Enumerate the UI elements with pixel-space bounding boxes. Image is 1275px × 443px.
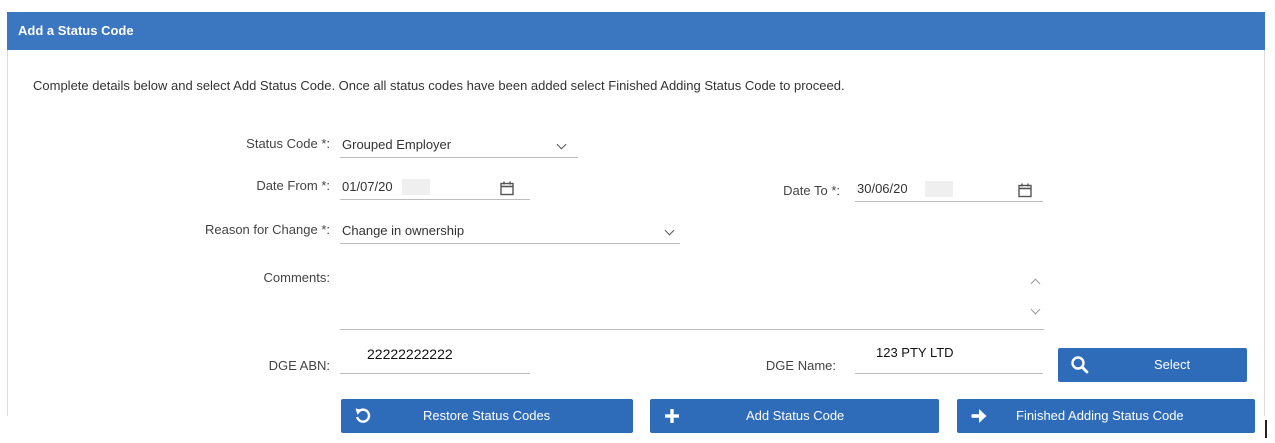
arrow-right-icon: [971, 409, 987, 423]
comments-label: Comments:: [263, 270, 330, 285]
select-button[interactable]: Select: [1058, 348, 1247, 382]
date-from-value: 01/07/20: [342, 179, 393, 194]
add-status-code-button[interactable]: Add Status Code: [650, 399, 939, 433]
restore-status-codes-button[interactable]: Restore Status Codes: [341, 399, 633, 433]
dge-abn-field[interactable]: 22222222222: [340, 340, 530, 374]
finished-button-label: Finished Adding Status Code: [1016, 408, 1184, 423]
dge-name-field[interactable]: 123 PTY LTD: [855, 340, 1043, 374]
reason-label: Reason for Change *:: [204, 222, 330, 237]
scroll-up-icon[interactable]: [1030, 278, 1041, 289]
select-button-label: Select: [1154, 357, 1191, 372]
dge-abn-label: DGE ABN:: [268, 358, 330, 373]
redacted-year-box: [402, 179, 430, 195]
restore-button-label: Restore Status Codes: [423, 408, 551, 423]
panel-title: Add a Status Code: [18, 23, 134, 38]
date-to-value: 30/06/20: [857, 181, 908, 196]
status-code-label: Status Code *:: [246, 136, 330, 151]
dge-abn-value: 22222222222: [367, 346, 453, 362]
panel-border-left: [7, 50, 8, 416]
date-to-label: Date To *:: [783, 183, 840, 198]
calendar-icon[interactable]: [1018, 183, 1032, 198]
reason-select[interactable]: Change in ownership: [340, 214, 680, 244]
scroll-down-icon[interactable]: [1030, 304, 1041, 315]
status-code-select[interactable]: Grouped Employer: [340, 128, 578, 158]
date-to-field[interactable]: 30/06/20: [855, 172, 1043, 202]
search-icon: [1071, 356, 1089, 374]
redacted-year-box: [925, 181, 953, 197]
add-button-label: Add Status Code: [746, 408, 845, 423]
finished-adding-status-code-button[interactable]: Finished Adding Status Code: [957, 399, 1255, 433]
date-from-label: Date From *:: [256, 178, 330, 193]
panel-header: Add a Status Code: [7, 12, 1265, 50]
comments-textarea[interactable]: [340, 260, 1044, 330]
dge-name-value: 123 PTY LTD: [876, 345, 954, 360]
panel-border-right: [1264, 50, 1265, 416]
status-code-value: Grouped Employer: [342, 137, 452, 152]
instructions-text: Complete details below and select Add St…: [33, 78, 845, 93]
reason-value: Change in ownership: [342, 223, 465, 238]
date-from-field[interactable]: 01/07/20: [340, 170, 530, 200]
plus-icon: [665, 409, 679, 423]
text-cursor: [1265, 420, 1267, 438]
chevron-down-icon: [664, 225, 675, 236]
undo-icon: [355, 408, 371, 423]
dge-name-label: DGE Name:: [765, 358, 836, 373]
chevron-down-icon: [556, 139, 567, 150]
calendar-icon[interactable]: [500, 181, 514, 196]
